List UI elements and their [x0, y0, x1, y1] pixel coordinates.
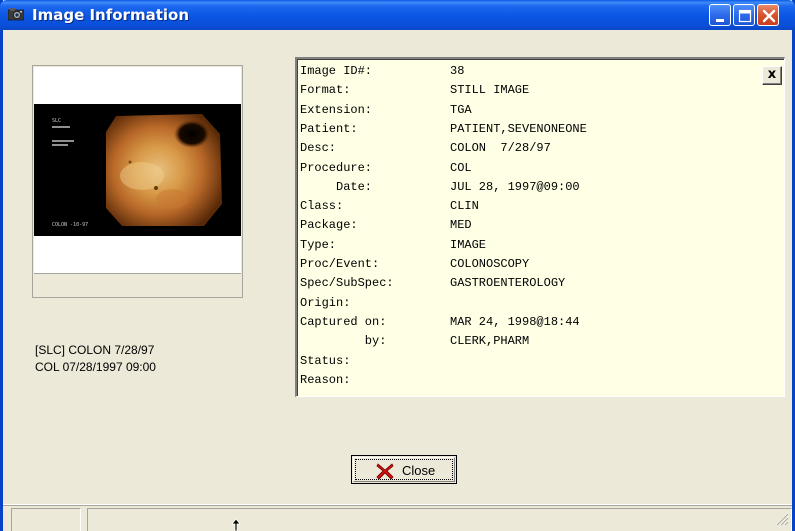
info-value: GASTROENTEROLOGY: [450, 276, 566, 291]
info-label: Patient:: [300, 121, 358, 136]
info-label: Type:: [300, 237, 337, 252]
info-label: Origin:: [300, 295, 351, 310]
thumbnail-overlay-bottom: COLON -10-97: [52, 222, 88, 228]
info-label: Package:: [300, 218, 358, 233]
minimize-button[interactable]: [709, 4, 731, 26]
mouse-cursor-icon: [231, 518, 241, 531]
close-button-label: Close: [402, 463, 436, 478]
image-info-panel: x Image ID#: 38 Format: STILL IMAGE Extensio…: [295, 57, 785, 397]
info-value: MED: [450, 218, 472, 233]
thumbnail-image[interactable]: SLC COLON -10-97: [34, 104, 241, 236]
minimize-icon: [716, 19, 724, 22]
info-value: PATIENT,SEVENONEONE: [450, 121, 587, 136]
info-value: COL: [450, 160, 472, 175]
info-label: Reason:: [300, 372, 351, 387]
camera-icon: [8, 8, 24, 21]
status-panel-2: [87, 508, 792, 531]
info-label: Format:: [300, 83, 351, 98]
info-label: by:: [300, 334, 387, 349]
close-icon: [762, 9, 776, 23]
info-value: CLERK,PHARM: [450, 334, 530, 349]
window-title: Image Information: [32, 6, 190, 24]
red-x-icon: [376, 463, 394, 480]
info-value: COLONOSCOPY: [450, 257, 530, 271]
title-bar[interactable]: Image Information: [0, 0, 795, 30]
info-label: Proc/Event:: [300, 257, 380, 271]
info-value: 38: [450, 64, 465, 78]
image-caption-line2: COL 07/28/1997 09:00: [35, 360, 156, 374]
info-label: Captured on:: [300, 314, 387, 329]
maximize-button[interactable]: [733, 4, 755, 26]
info-panel-close-button[interactable]: x: [762, 66, 782, 85]
info-label: Extension:: [300, 102, 373, 117]
resize-grip-icon[interactable]: [771, 508, 789, 526]
info-value: JUL 28, 1997@09:00: [450, 179, 580, 194]
endoscopy-image: SLC COLON -10-97: [52, 114, 222, 228]
image-thumbnail-frame[interactable]: SLC COLON -10-97: [32, 65, 243, 298]
close-button[interactable]: Close: [351, 455, 457, 484]
info-label: Image ID#:: [300, 64, 373, 78]
image-information-window: Image Information SLC COLON -10-97 [SLC]…: [0, 0, 795, 531]
maximize-icon: [738, 9, 752, 23]
status-bar: [3, 504, 792, 531]
info-value: MAR 24, 1998@18:44: [450, 314, 580, 329]
info-value: IMAGE: [450, 237, 487, 252]
info-label: Date:: [300, 179, 373, 194]
info-value: CLIN: [450, 199, 479, 214]
thumbnail-overlay-top: SLC: [52, 118, 61, 124]
info-label: Status:: [300, 353, 351, 368]
info-label: Spec/SubSpec:: [300, 276, 394, 291]
status-panel-1: [11, 508, 81, 531]
info-value: TGA: [450, 102, 472, 117]
info-value: STILL IMAGE: [450, 83, 530, 98]
thumbnail-caption-bar: [34, 273, 241, 296]
info-label: Desc:: [300, 141, 337, 156]
info-value: COLON 7/28/97: [450, 141, 551, 156]
info-label: Class:: [300, 199, 344, 214]
info-label: Procedure:: [300, 160, 373, 175]
image-caption-line1: [SLC] COLON 7/28/97: [35, 343, 155, 357]
window-close-button[interactable]: [757, 4, 779, 26]
